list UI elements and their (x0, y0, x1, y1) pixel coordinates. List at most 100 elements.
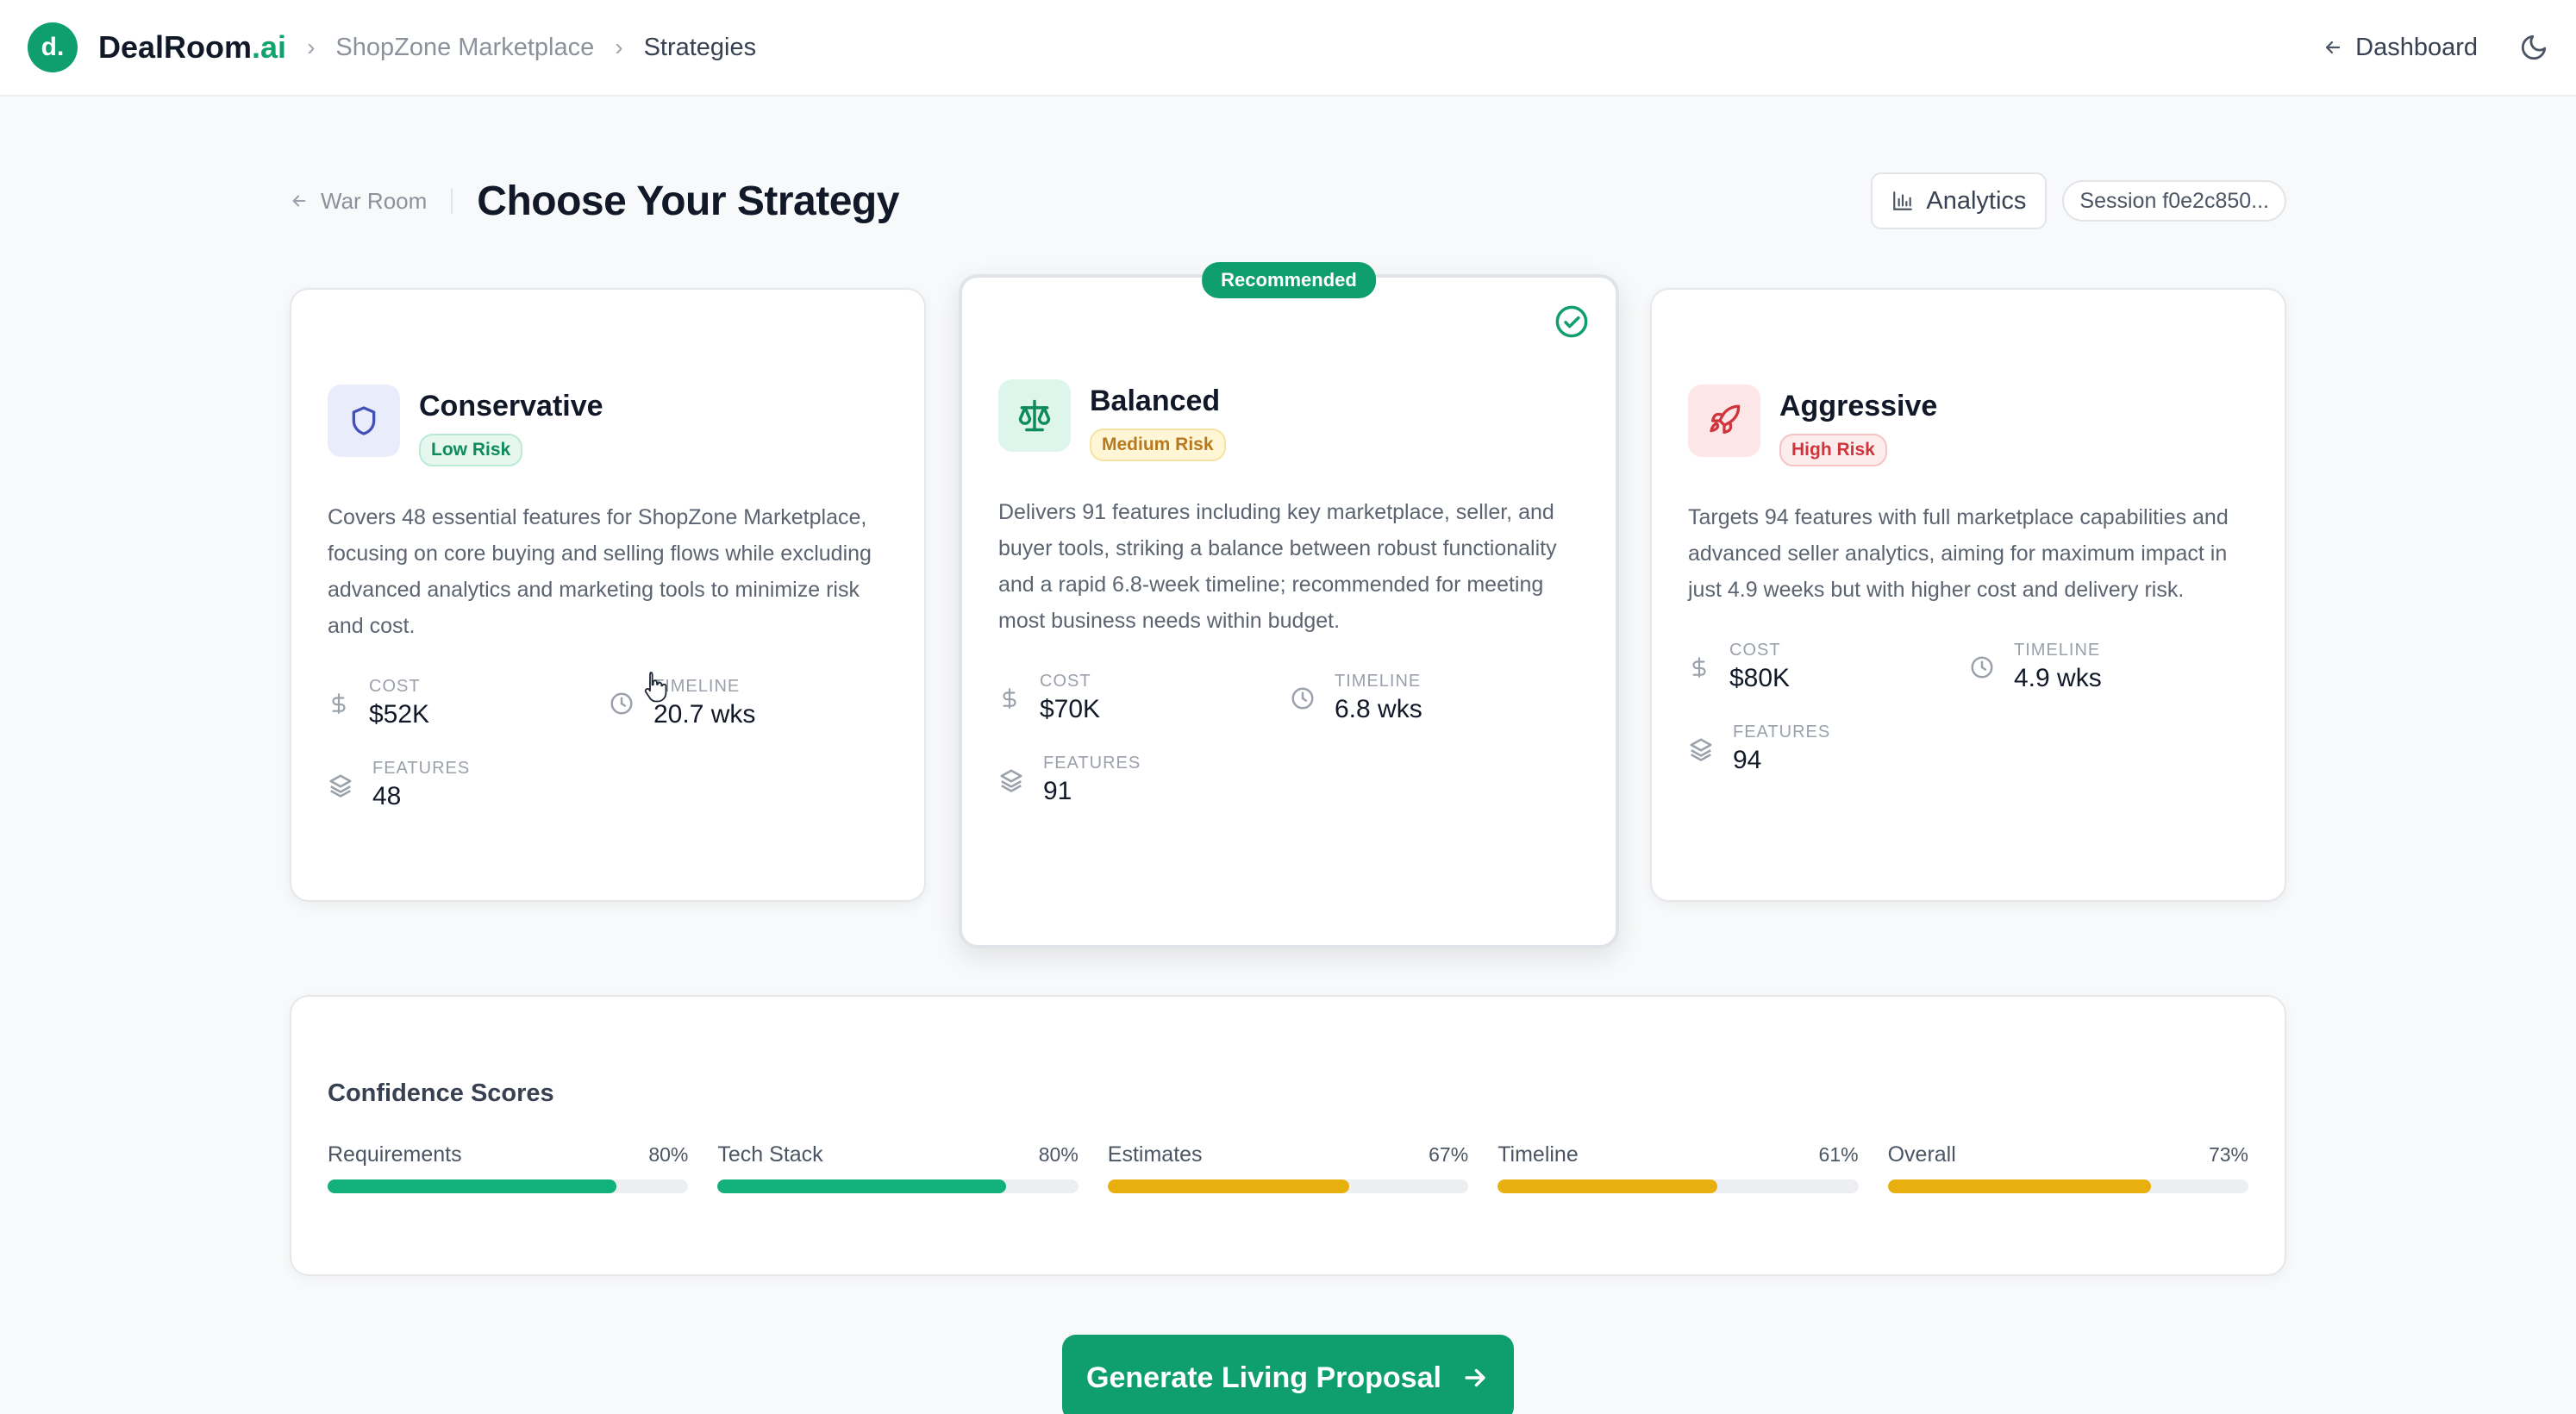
clock-icon (610, 692, 633, 714)
theme-toggle-button[interactable] (2519, 33, 2548, 62)
strategy-card-conservative[interactable]: Conservative Low Risk Covers 48 essentia… (290, 288, 926, 902)
strategy-card-balanced[interactable]: Recommended Balanced Medium Risk Deliver… (959, 262, 1619, 948)
timeline-label: TIMELINE (2014, 641, 2101, 660)
strategy-name: Balanced (1090, 385, 1221, 417)
top-navbar: d. DealRoom .ai › ShopZone Marketplace › … (0, 0, 2576, 97)
timeline-value: 4.9 wks (2014, 664, 2102, 692)
risk-badge: High Risk (1779, 434, 1887, 466)
layers-icon (1000, 769, 1022, 792)
score-fill (1497, 1179, 1718, 1193)
recommended-badge: Recommended (1202, 262, 1376, 298)
cost-value: $52K (369, 700, 430, 729)
score-track (328, 1179, 689, 1193)
analytics-button[interactable]: Analytics (1871, 172, 2048, 229)
generate-proposal-button[interactable]: Generate Living Proposal (1062, 1335, 1514, 1414)
features-value: 91 (1043, 777, 1072, 805)
score-track (1107, 1179, 1469, 1193)
score-tech-stack: Tech Stack 80% (717, 1142, 1079, 1193)
page-header: War Room Choose Your Strategy Analytics … (290, 169, 2286, 233)
features-label: FEATURES (1043, 754, 1141, 773)
score-percent: 80% (1038, 1143, 1079, 1166)
moon-icon (2521, 34, 2547, 60)
breadcrumb-project[interactable]: ShopZone Marketplace (335, 34, 594, 62)
mouse-pointer-icon (641, 669, 671, 708)
back-label: War Room (321, 187, 428, 214)
cost-stat: COST $80K (1688, 641, 1969, 693)
chevron-right-icon: › (615, 34, 623, 60)
score-label: Timeline (1497, 1142, 1579, 1167)
dashboard-link[interactable]: Dashboard (2323, 34, 2478, 62)
check-circle-icon (1554, 303, 1590, 344)
brand-name[interactable]: DealRoom .ai (98, 29, 286, 66)
arrow-left-icon (2326, 41, 2341, 54)
features-label: FEATURES (372, 759, 471, 778)
score-overall: Overall 73% (1887, 1142, 2248, 1193)
features-value: 94 (1733, 746, 1762, 774)
arrow-right-icon (1465, 1368, 1485, 1387)
bar-chart-icon (1893, 191, 1913, 210)
features-stat: FEATURES 48 (328, 759, 609, 811)
dollar-icon (332, 692, 346, 714)
features-stat: FEATURES 94 (1688, 723, 1969, 775)
timeline-stat: TIMELINE 4.9 wks (1969, 641, 2250, 693)
arrow-left-icon (292, 195, 306, 207)
clock-icon (1971, 656, 1993, 678)
generate-proposal-label: Generate Living Proposal (1086, 1361, 1441, 1394)
cost-value: $70K (1040, 695, 1101, 723)
session-badge: Session f0e2c850... (2062, 180, 2286, 222)
risk-badge: Low Risk (419, 434, 523, 466)
dollar-icon (1003, 687, 1016, 709)
features-value: 48 (372, 782, 402, 810)
strategy-description: Targets 94 features with full marketplac… (1688, 505, 2229, 602)
score-percent: 61% (1818, 1143, 1859, 1166)
clock-icon (1291, 687, 1314, 709)
cost-stat: COST $52K (328, 677, 609, 729)
score-track (1497, 1179, 1859, 1193)
score-percent: 67% (1429, 1143, 1469, 1166)
shield-icon (328, 385, 400, 457)
rocket-icon (1688, 385, 1760, 457)
score-label: Requirements (328, 1142, 462, 1167)
strategy-description: Covers 48 essential features for ShopZon… (328, 505, 872, 638)
score-fill (328, 1179, 616, 1193)
score-fill (1107, 1179, 1350, 1193)
timeline-stat: TIMELINE 6.8 wks (1290, 672, 1581, 724)
score-estimates: Estimates 67% (1107, 1142, 1469, 1193)
strategy-name: Aggressive (1779, 390, 1938, 422)
timeline-label: TIMELINE (1335, 672, 1422, 691)
strategy-card-aggressive[interactable]: Aggressive High Risk Targets 94 features… (1650, 288, 2286, 902)
score-percent: 80% (648, 1143, 689, 1166)
layers-icon (329, 774, 352, 798)
cost-label: COST (1040, 672, 1091, 691)
score-timeline: Timeline 61% (1497, 1142, 1859, 1193)
score-label: Estimates (1107, 1142, 1203, 1167)
brand-main: DealRoom (98, 29, 253, 65)
dollar-icon (1692, 656, 1706, 678)
scale-icon (998, 379, 1071, 452)
score-fill (1887, 1179, 2152, 1193)
analytics-label: Analytics (1926, 186, 2027, 215)
score-requirements: Requirements 80% (328, 1142, 689, 1193)
score-percent: 73% (2208, 1143, 2248, 1166)
features-stat: FEATURES 91 (998, 754, 1290, 806)
cost-value: $80K (1729, 664, 1791, 692)
score-fill (717, 1179, 1007, 1193)
strategy-description: Delivers 91 features including key marke… (998, 500, 1557, 633)
score-label: Overall (1887, 1142, 1956, 1167)
brand-suffix: .ai (252, 29, 287, 65)
cost-stat: COST $70K (998, 672, 1290, 724)
logo-icon[interactable]: d. (28, 22, 78, 72)
confidence-title: Confidence Scores (328, 1079, 554, 1107)
layers-icon (1690, 738, 1712, 761)
strategy-name: Conservative (419, 390, 603, 422)
page-title: Choose Your Strategy (477, 178, 899, 224)
divider (451, 188, 453, 214)
cost-label: COST (369, 677, 421, 696)
dashboard-label: Dashboard (2355, 33, 2478, 61)
confidence-scores-panel: Confidence Scores Requirements 80% Tech … (290, 995, 2286, 1276)
timeline-value: 6.8 wks (1335, 695, 1422, 723)
chevron-right-icon: › (307, 34, 316, 60)
score-track (1887, 1179, 2248, 1193)
back-to-war-room-link[interactable]: War Room (290, 188, 427, 215)
features-label: FEATURES (1733, 723, 1831, 741)
